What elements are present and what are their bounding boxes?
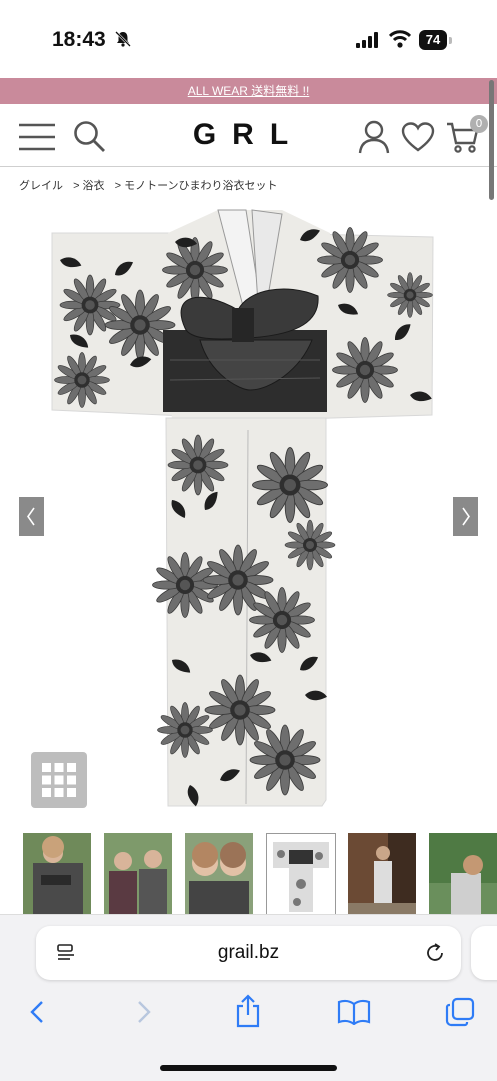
reload-icon[interactable] <box>424 942 446 964</box>
breadcrumb-item-product: > モノトーンひまわり浴衣セット <box>114 180 278 192</box>
grid-icon <box>42 763 76 797</box>
share-icon[interactable] <box>234 994 262 1028</box>
carousel-next-button[interactable] <box>453 497 478 536</box>
next-tab-peek[interactable] <box>471 926 497 980</box>
page-scrollbar[interactable] <box>489 80 494 200</box>
thumbnail[interactable] <box>23 833 91 915</box>
breadcrumb-item-home[interactable]: グレイル <box>19 180 63 192</box>
thumbnail[interactable] <box>348 833 416 915</box>
thumbnail[interactable] <box>429 833 497 915</box>
chevron-right-icon <box>462 507 470 526</box>
chevron-left-icon <box>27 507 35 526</box>
forward-icon[interactable] <box>134 999 154 1025</box>
home-indicator <box>160 1065 337 1071</box>
bookmarks-icon[interactable] <box>337 999 371 1025</box>
thumbnail[interactable] <box>104 833 172 915</box>
address-bar-url[interactable]: grail.bz <box>36 942 461 964</box>
thumbnail[interactable] <box>185 833 253 915</box>
bell-muted-icon <box>115 31 131 47</box>
battery-tip <box>449 37 452 44</box>
breadcrumb-item-category[interactable]: > 浴衣 <box>73 180 104 192</box>
promo-link[interactable]: ALL WEAR 送料無料 !! <box>188 84 310 98</box>
yukata-image <box>51 209 434 808</box>
gallery-grid-button[interactable] <box>31 752 87 808</box>
product-image[interactable] <box>0 200 497 820</box>
promo-banner[interactable]: ALL WEAR 送料無料 !! <box>0 78 497 104</box>
battery-indicator: 74 <box>419 30 447 50</box>
heart-icon[interactable] <box>401 122 435 152</box>
tabs-icon[interactable] <box>445 997 475 1027</box>
account-icon[interactable] <box>358 120 390 154</box>
thumbnail-strip <box>0 830 497 917</box>
yukata-garment <box>51 209 434 808</box>
back-icon[interactable] <box>27 999 47 1025</box>
thumbnail-active[interactable] <box>266 833 336 917</box>
breadcrumb: グレイル > 浴衣 > モノトーンひまわり浴衣セット <box>19 177 285 193</box>
address-bar[interactable]: grail.bz <box>36 926 461 980</box>
status-time: 18:43 <box>52 28 106 51</box>
wifi-icon <box>389 30 411 48</box>
cart-count-badge: 0 <box>470 115 488 133</box>
signal-icon <box>356 32 378 48</box>
browser-chrome: grail.bz <box>0 914 497 1081</box>
status-bar: 18:43 74 <box>0 0 497 78</box>
carousel-prev-button[interactable] <box>19 497 44 536</box>
site-header: GRL <box>0 104 497 167</box>
